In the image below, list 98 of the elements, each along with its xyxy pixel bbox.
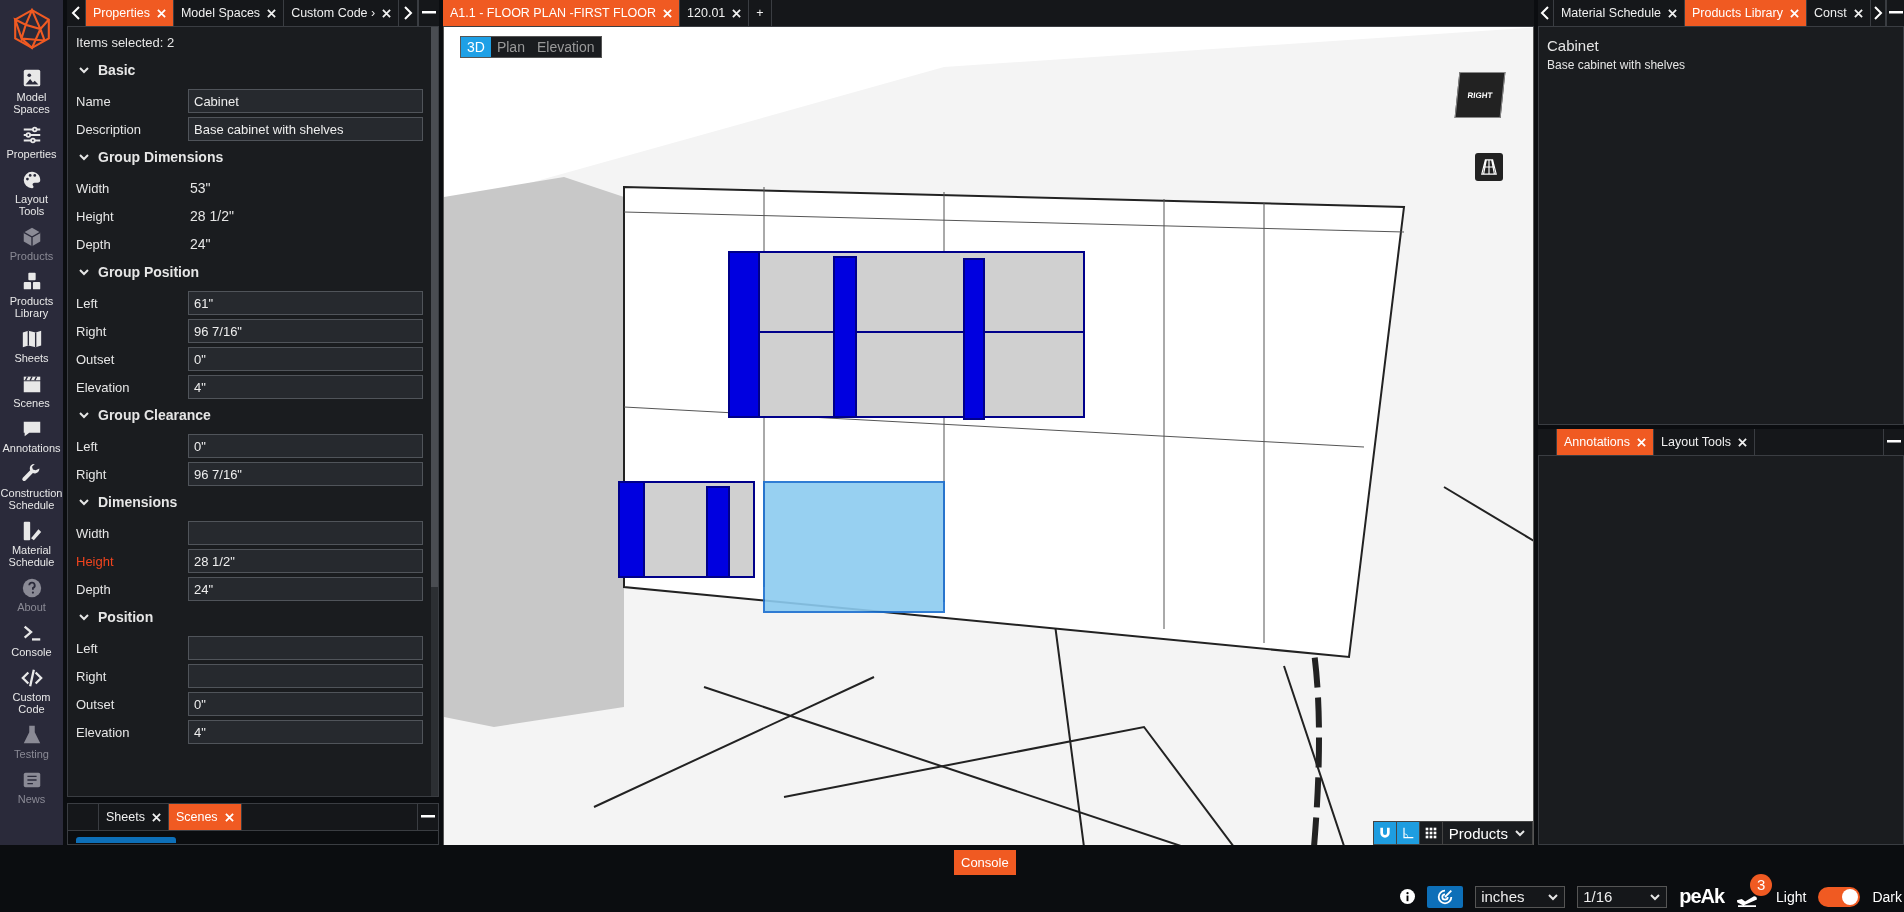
- scrollbar-thumb[interactable]: [431, 27, 438, 587]
- property-field[interactable]: 24": [188, 577, 423, 601]
- sidebar-item[interactable]: Model Spaces: [0, 64, 63, 121]
- sidebar-item[interactable]: Console: [0, 619, 63, 664]
- property-label: Width: [76, 180, 111, 196]
- sidebar-item[interactable]: Material Schedule: [0, 517, 63, 574]
- sidebar-item[interactable]: Products Library: [0, 268, 63, 325]
- property-label: Name: [76, 93, 112, 109]
- close-icon[interactable]: [1667, 8, 1677, 18]
- close-icon[interactable]: [1738, 437, 1747, 447]
- sidebar-item[interactable]: Scenes: [0, 370, 63, 415]
- chevron-down-icon[interactable]: [78, 266, 90, 278]
- property-label: Elevation: [76, 379, 131, 395]
- property-field[interactable]: 0": [188, 692, 423, 716]
- help-icon: [20, 577, 43, 599]
- close-icon[interactable]: [382, 8, 392, 18]
- caret-icon: [1514, 827, 1526, 839]
- property-label: Outset: [76, 696, 116, 712]
- notification-badge: 3: [1750, 873, 1773, 896]
- property-field[interactable]: 0": [188, 434, 423, 458]
- property-label: Right: [76, 466, 108, 482]
- property-label: Left: [76, 295, 99, 311]
- property-label: Height: [76, 208, 115, 224]
- section-title: Dimensions: [98, 494, 178, 510]
- magnet-tool-button[interactable]: [1373, 822, 1397, 844]
- minimize-icon[interactable]: [421, 815, 435, 819]
- property-label: Right: [76, 323, 108, 339]
- perspective-grid-icon: [1480, 158, 1498, 176]
- property-field[interactable]: 96 7/16": [188, 319, 423, 343]
- map-icon: [20, 328, 43, 350]
- sidebar-item[interactable]: Annotations: [0, 415, 63, 460]
- 3d-scene-drawing[interactable]: [444, 27, 1533, 845]
- property-field[interactable]: 96 7/16": [188, 462, 423, 486]
- section-title: Position: [98, 609, 154, 625]
- close-icon[interactable]: [1853, 8, 1863, 18]
- code-icon: [20, 667, 43, 689]
- theme-toggle[interactable]: [1818, 886, 1861, 907]
- property-field[interactable]: [188, 636, 423, 660]
- close-icon[interactable]: [732, 8, 742, 18]
- property-field[interactable]: Cabinet: [188, 89, 423, 113]
- target-icon: [1436, 887, 1455, 906]
- property-field[interactable]: 0": [188, 347, 423, 371]
- property-field[interactable]: 61": [188, 291, 423, 315]
- chevron-left-icon[interactable]: [1540, 6, 1551, 20]
- section-title: Group Clearance: [98, 407, 211, 423]
- minimize-icon[interactable]: [422, 11, 437, 15]
- sidebar-item[interactable]: Layout Tools: [0, 166, 63, 223]
- perspective-button[interactable]: [1475, 153, 1503, 181]
- property-field[interactable]: 4": [188, 375, 423, 399]
- property-label: Outset: [76, 351, 116, 367]
- property-field[interactable]: Base cabinet with shelves: [188, 117, 423, 141]
- sidebar-item[interactable]: Custom Code: [0, 664, 63, 721]
- sync-button[interactable]: [1427, 885, 1464, 908]
- property-label: Height: [76, 553, 115, 569]
- sidebar-item[interactable]: Construction Schedule: [0, 460, 63, 517]
- property-label: Left: [76, 438, 99, 454]
- info-icon[interactable]: [1400, 889, 1416, 904]
- product-description: Base cabinet with shelves: [1547, 58, 1687, 72]
- chevron-down-icon[interactable]: [78, 409, 90, 421]
- selection-count: Items selected: 2: [76, 35, 176, 50]
- chevron-down-icon[interactable]: [78, 496, 90, 508]
- minimize-icon[interactable]: [1888, 11, 1903, 15]
- section-title: Basic: [98, 62, 136, 78]
- angle-tool-button[interactable]: [1396, 822, 1420, 844]
- property-label: Description: [76, 121, 143, 137]
- section-title: Group Dimensions: [98, 149, 224, 165]
- light-label: Light: [1776, 888, 1807, 905]
- property-label: Right: [76, 668, 108, 684]
- chevron-down-icon[interactable]: [78, 611, 90, 623]
- property-field[interactable]: [188, 521, 423, 545]
- precision-dropdown[interactable]: 1/16: [1577, 885, 1668, 908]
- minimize-icon[interactable]: [1887, 440, 1901, 444]
- property-label: Width: [76, 525, 111, 541]
- property-label: Depth: [76, 236, 112, 252]
- chevron-right-icon[interactable]: [403, 6, 414, 20]
- section-title: Group Position: [98, 264, 200, 280]
- product-name: Cabinet: [1547, 37, 1600, 54]
- chevron-down-icon[interactable]: [78, 64, 90, 76]
- chevron-down-icon[interactable]: [78, 151, 90, 163]
- property-field[interactable]: [188, 664, 423, 688]
- property-field[interactable]: 4": [188, 720, 423, 744]
- close-icon[interactable]: [151, 812, 161, 822]
- property-label: Depth: [76, 581, 112, 597]
- property-value: 28 1/2": [189, 207, 235, 226]
- view-cube[interactable]: RIGHT: [1454, 72, 1506, 118]
- chevron-right-icon[interactable]: [1873, 6, 1884, 20]
- units-dropdown[interactable]: inches: [1475, 885, 1566, 908]
- property-label: Elevation: [76, 724, 131, 740]
- property-field[interactable]: 28 1/2": [188, 549, 423, 573]
- chevron-left-icon[interactable]: [70, 6, 81, 20]
- sidebar-item[interactable]: Properties: [0, 121, 63, 166]
- property-value: 53": [189, 179, 212, 198]
- close-icon[interactable]: [267, 8, 277, 18]
- sidebar-item[interactable]: Sheets: [0, 325, 63, 370]
- brand-logo: peAk: [1679, 885, 1725, 908]
- property-value: 24": [189, 235, 212, 254]
- property-label: Left: [76, 640, 99, 656]
- dark-label: Dark: [1872, 888, 1902, 905]
